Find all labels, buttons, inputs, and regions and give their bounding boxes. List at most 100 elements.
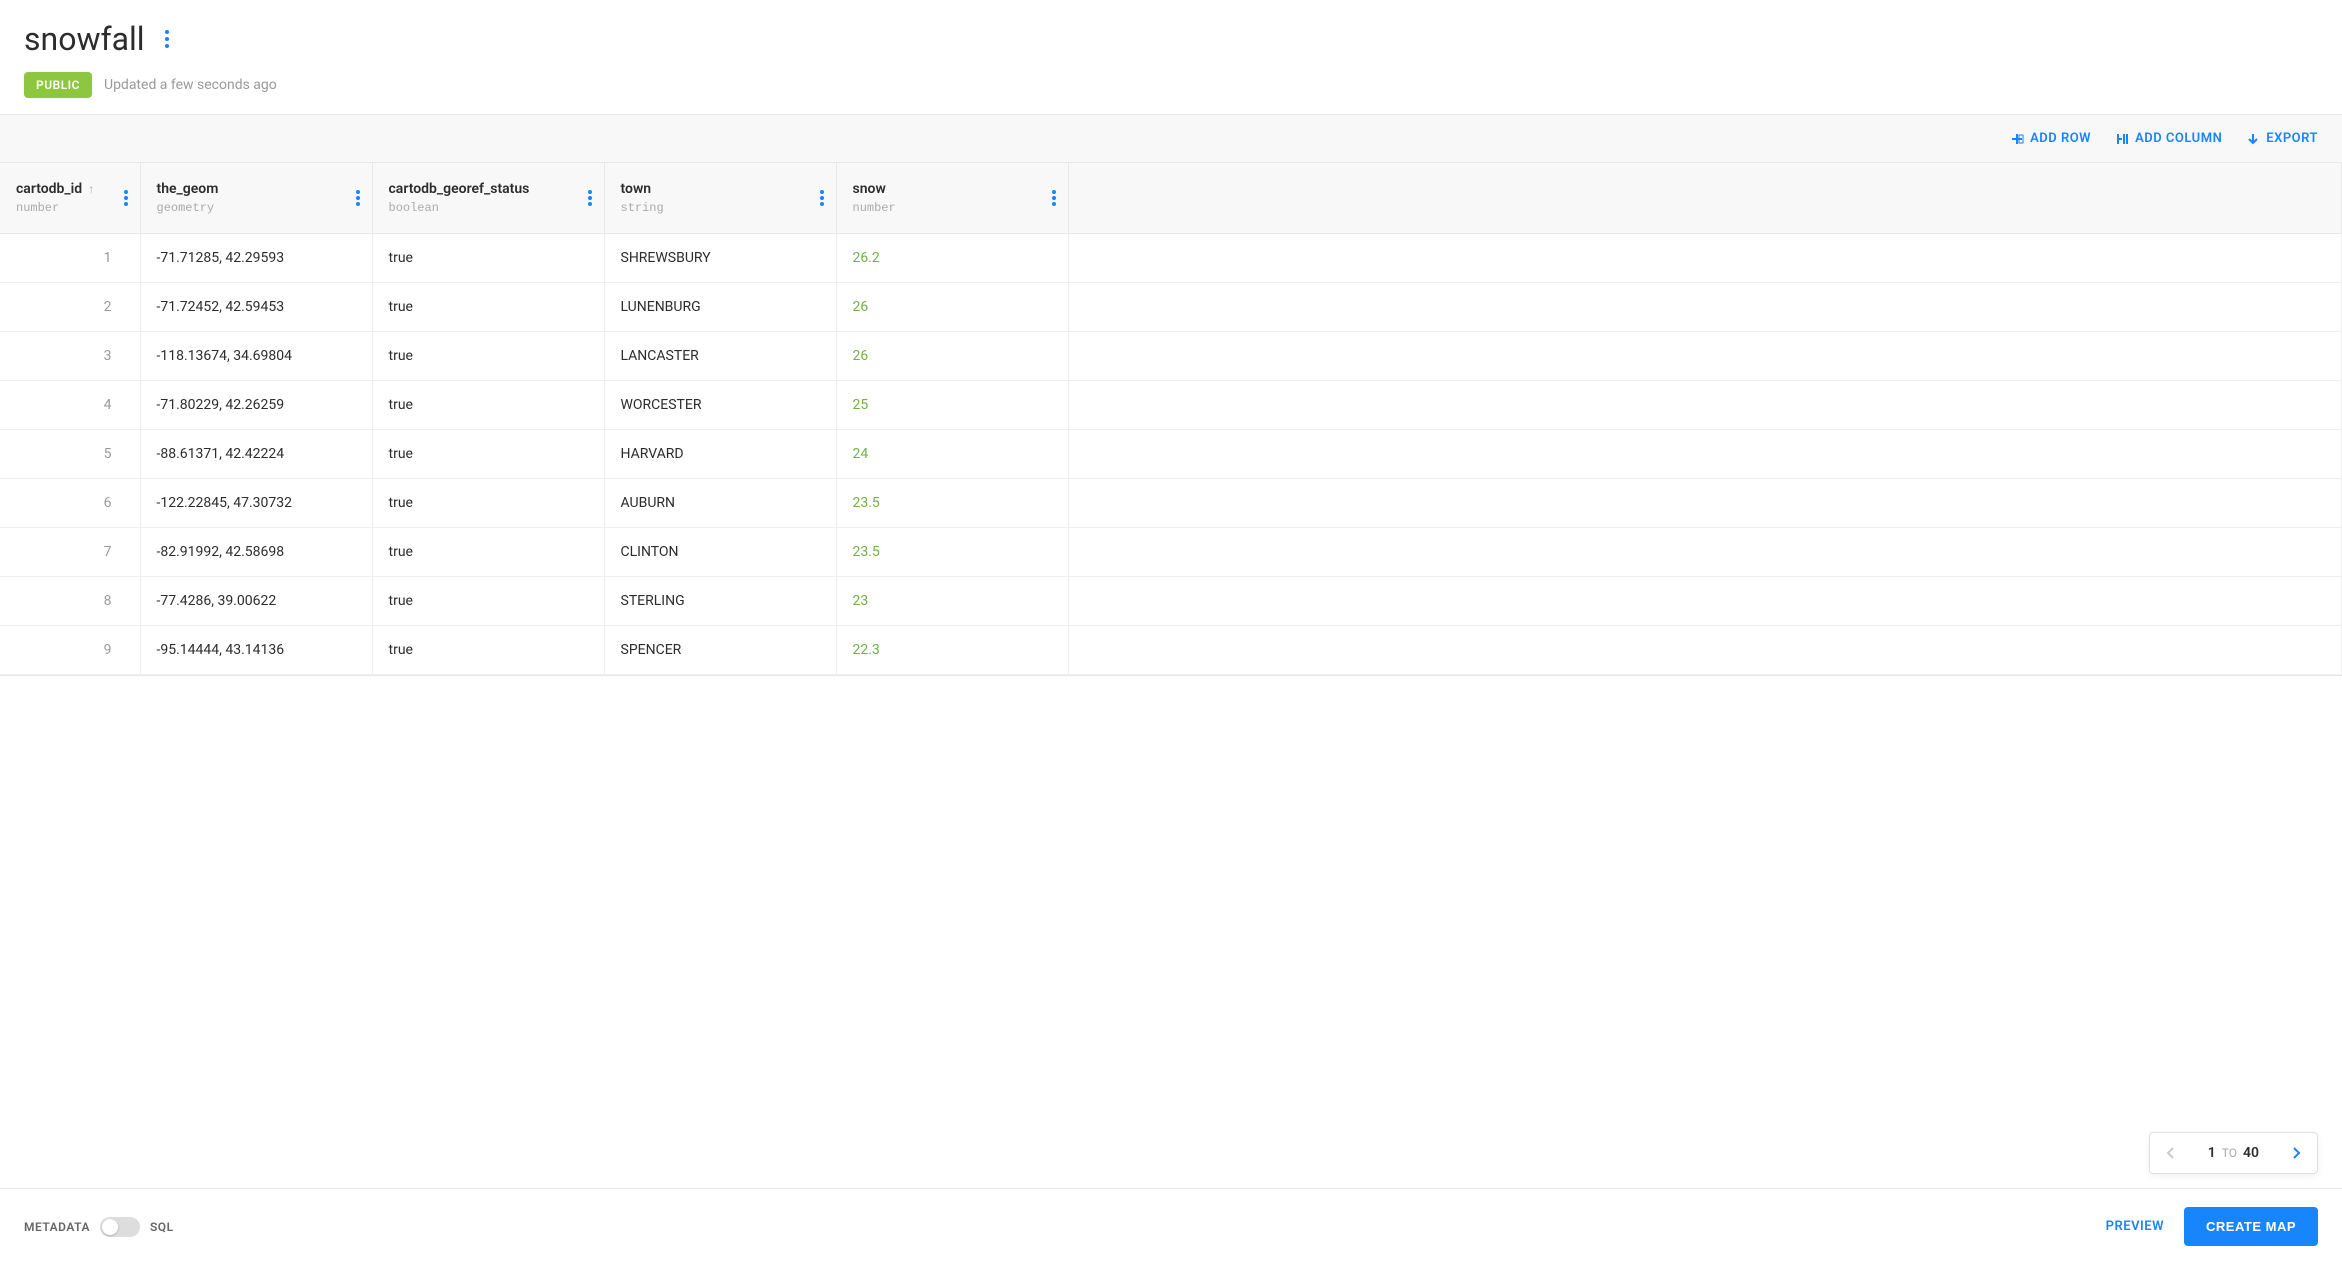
cell-town[interactable]: AUBURN — [604, 479, 836, 528]
cell-town[interactable]: CLINTON — [604, 528, 836, 577]
cell-empty — [1068, 283, 2342, 332]
table-row[interactable]: 2-71.72452, 42.59453trueLUNENBURG26 — [0, 283, 2342, 332]
column-name: snow — [853, 181, 886, 197]
data-table: cartodb_id ↑ number the_geom geometry ca… — [0, 163, 2342, 675]
add-column-button[interactable]: ADD COLUMN — [2115, 131, 2222, 146]
view-toggle: METADATA SQL — [24, 1217, 174, 1237]
cell-snow[interactable]: 23.5 — [836, 528, 1068, 577]
preview-button[interactable]: PREVIEW — [2106, 1219, 2164, 1234]
export-button[interactable]: EXPORT — [2246, 131, 2318, 146]
cell-id[interactable]: 7 — [0, 528, 140, 577]
cell-georef[interactable]: true — [372, 332, 604, 381]
more-vert-icon[interactable] — [165, 30, 169, 48]
cell-geom[interactable]: -77.4286, 39.00622 — [140, 577, 372, 626]
column-header-georef-status[interactable]: cartodb_georef_status boolean — [372, 163, 604, 234]
column-type: boolean — [389, 201, 588, 215]
cell-georef[interactable]: true — [372, 234, 604, 283]
cell-georef[interactable]: true — [372, 577, 604, 626]
toggle-metadata-label: METADATA — [24, 1220, 90, 1234]
cell-town[interactable]: HARVARD — [604, 430, 836, 479]
page-to-label: TO — [2222, 1146, 2237, 1160]
table-row[interactable]: 8-77.4286, 39.00622trueSTERLING23 — [0, 577, 2342, 626]
cell-id[interactable]: 5 — [0, 430, 140, 479]
column-header-row: cartodb_id ↑ number the_geom geometry ca… — [0, 163, 2342, 234]
cell-geom[interactable]: -95.14444, 43.14136 — [140, 626, 372, 675]
add-row-icon — [2010, 132, 2024, 146]
column-menu-icon[interactable] — [820, 190, 824, 206]
cell-empty — [1068, 234, 2342, 283]
table-row[interactable]: 1-71.71285, 42.29593trueSHREWSBURY26.2 — [0, 234, 2342, 283]
cell-georef[interactable]: true — [372, 528, 604, 577]
column-menu-icon[interactable] — [124, 190, 128, 206]
column-name: cartodb_georef_status — [389, 181, 530, 197]
cell-id[interactable]: 3 — [0, 332, 140, 381]
cell-town[interactable]: SPENCER — [604, 626, 836, 675]
cell-town[interactable]: WORCESTER — [604, 381, 836, 430]
cell-geom[interactable]: -82.91992, 42.58698 — [140, 528, 372, 577]
cell-snow[interactable]: 23.5 — [836, 479, 1068, 528]
cell-georef[interactable]: true — [372, 430, 604, 479]
page-to: 40 — [2243, 1145, 2259, 1161]
cell-snow[interactable]: 23 — [836, 577, 1068, 626]
add-row-label: ADD ROW — [2030, 131, 2091, 146]
cell-town[interactable]: SHREWSBURY — [604, 234, 836, 283]
toggle-sql-label: SQL — [150, 1220, 174, 1234]
cell-id[interactable]: 1 — [0, 234, 140, 283]
cell-town[interactable]: STERLING — [604, 577, 836, 626]
cell-geom[interactable]: -71.72452, 42.59453 — [140, 283, 372, 332]
cell-geom[interactable]: -118.13674, 34.69804 — [140, 332, 372, 381]
cell-georef[interactable]: true — [372, 626, 604, 675]
cell-snow[interactable]: 26 — [836, 283, 1068, 332]
footer: METADATA SQL PREVIEW CREATE MAP — [0, 1188, 2342, 1264]
data-table-wrap: cartodb_id ↑ number the_geom geometry ca… — [0, 163, 2342, 676]
cell-id[interactable]: 8 — [0, 577, 140, 626]
cell-georef[interactable]: true — [372, 283, 604, 332]
column-header-the-geom[interactable]: the_geom geometry — [140, 163, 372, 234]
prev-page-button[interactable] — [2150, 1133, 2190, 1173]
cell-geom[interactable]: -71.71285, 42.29593 — [140, 234, 372, 283]
add-column-label: ADD COLUMN — [2135, 131, 2222, 146]
cell-id[interactable]: 6 — [0, 479, 140, 528]
table-row[interactable]: 4-71.80229, 42.26259trueWORCESTER25 — [0, 381, 2342, 430]
visibility-badge[interactable]: PUBLIC — [24, 72, 92, 98]
cell-town[interactable]: LUNENBURG — [604, 283, 836, 332]
table-row[interactable]: 3-118.13674, 34.69804trueLANCASTER26 — [0, 332, 2342, 381]
cell-snow[interactable]: 25 — [836, 381, 1068, 430]
cell-empty — [1068, 381, 2342, 430]
cell-snow[interactable]: 26 — [836, 332, 1068, 381]
cell-empty — [1068, 528, 2342, 577]
cell-snow[interactable]: 22.3 — [836, 626, 1068, 675]
create-map-button[interactable]: CREATE MAP — [2184, 1207, 2318, 1246]
add-row-button[interactable]: ADD ROW — [2010, 131, 2091, 146]
cell-georef[interactable]: true — [372, 381, 604, 430]
cell-geom[interactable]: -122.22845, 47.30732 — [140, 479, 372, 528]
column-name: the_geom — [157, 181, 219, 197]
cell-geom[interactable]: -71.80229, 42.26259 — [140, 381, 372, 430]
column-header-town[interactable]: town string — [604, 163, 836, 234]
cell-id[interactable]: 9 — [0, 626, 140, 675]
cell-town[interactable]: LANCASTER — [604, 332, 836, 381]
cell-snow[interactable]: 24 — [836, 430, 1068, 479]
column-menu-icon[interactable] — [1052, 190, 1056, 206]
table-row[interactable]: 5-88.61371, 42.42224trueHARVARD24 — [0, 430, 2342, 479]
cell-id[interactable]: 2 — [0, 283, 140, 332]
table-row[interactable]: 7-82.91992, 42.58698trueCLINTON23.5 — [0, 528, 2342, 577]
column-header-snow[interactable]: snow number — [836, 163, 1068, 234]
updated-text: Updated a few seconds ago — [104, 77, 277, 93]
cell-empty — [1068, 332, 2342, 381]
column-menu-icon[interactable] — [356, 190, 360, 206]
page-range: 1 TO 40 — [2190, 1145, 2277, 1161]
cell-empty — [1068, 577, 2342, 626]
page-title: snowfall — [24, 20, 145, 58]
column-menu-icon[interactable] — [588, 190, 592, 206]
table-row[interactable]: 9-95.14444, 43.14136trueSPENCER22.3 — [0, 626, 2342, 675]
table-row[interactable]: 6-122.22845, 47.30732trueAUBURN23.5 — [0, 479, 2342, 528]
metadata-sql-toggle[interactable] — [100, 1217, 140, 1237]
cell-id[interactable]: 4 — [0, 381, 140, 430]
next-page-button[interactable] — [2277, 1133, 2317, 1173]
cell-georef[interactable]: true — [372, 479, 604, 528]
column-header-cartodb-id[interactable]: cartodb_id ↑ number — [0, 163, 140, 234]
cell-snow[interactable]: 26.2 — [836, 234, 1068, 283]
cell-geom[interactable]: -88.61371, 42.42224 — [140, 430, 372, 479]
export-icon — [2246, 132, 2260, 146]
